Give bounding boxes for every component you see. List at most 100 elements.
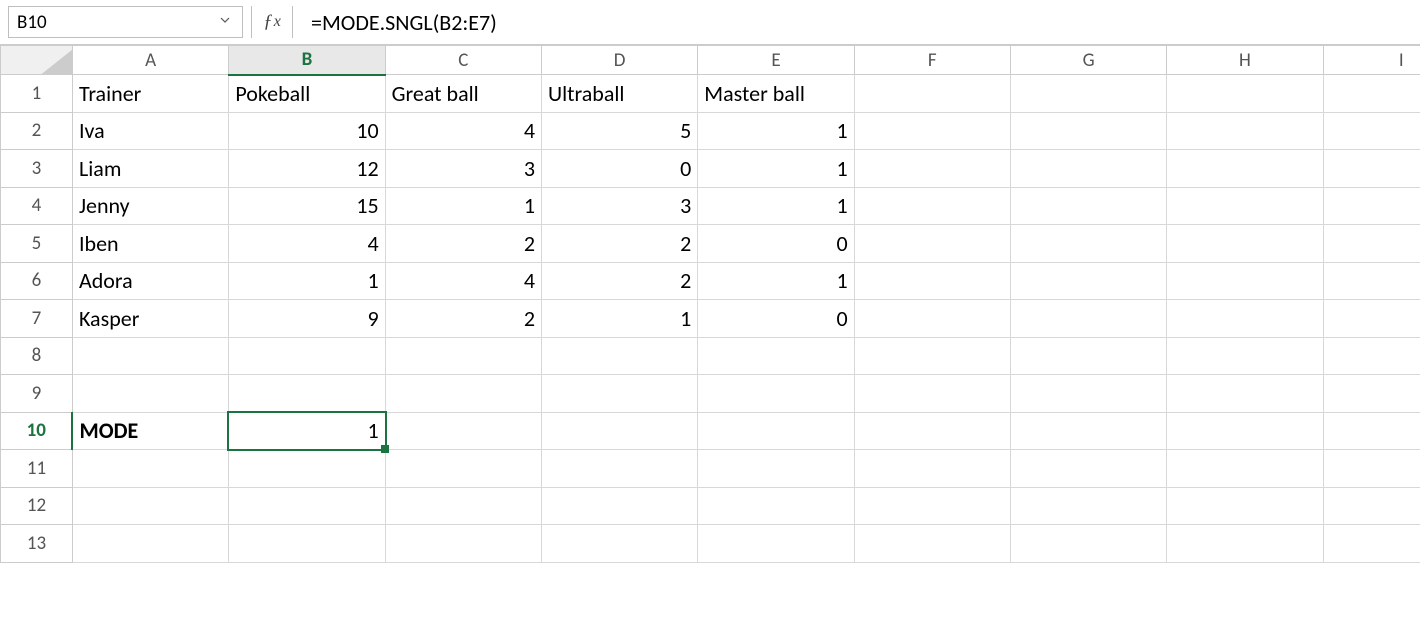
cell-B2[interactable]: 10 — [229, 112, 385, 150]
row-header-7[interactable]: 7 — [1, 300, 73, 338]
cell-D4[interactable]: 3 — [541, 187, 697, 225]
cell-C5[interactable]: 2 — [385, 225, 541, 263]
cell-A1[interactable]: Trainer — [72, 75, 228, 113]
row-header-4[interactable]: 4 — [1, 187, 73, 225]
col-header-C[interactable]: C — [385, 46, 541, 75]
cell-H4[interactable] — [1167, 187, 1323, 225]
row-header-10[interactable]: 10 — [1, 412, 73, 450]
spreadsheet-grid[interactable]: ABCDEFGHI 1TrainerPokeballGreat ballUltr… — [0, 45, 1420, 563]
row-header-9[interactable]: 9 — [1, 375, 73, 413]
cell-G3[interactable] — [1010, 150, 1166, 188]
cell-I1[interactable] — [1323, 75, 1420, 113]
cell-G6[interactable] — [1010, 262, 1166, 300]
cell-I6[interactable] — [1323, 262, 1420, 300]
cell-G1[interactable] — [1010, 75, 1166, 113]
cell-C3[interactable]: 3 — [385, 150, 541, 188]
cell-F3[interactable] — [854, 150, 1010, 188]
cell-G7[interactable] — [1010, 300, 1166, 338]
cell-A9[interactable] — [72, 375, 228, 413]
row-header-6[interactable]: 6 — [1, 262, 73, 300]
col-header-G[interactable]: G — [1010, 46, 1166, 75]
cell-I9[interactable] — [1323, 375, 1420, 413]
cell-F6[interactable] — [854, 262, 1010, 300]
cell-I12[interactable] — [1323, 487, 1420, 525]
cell-E6[interactable]: 1 — [698, 262, 854, 300]
cell-F4[interactable] — [854, 187, 1010, 225]
cell-A7[interactable]: Kasper — [72, 300, 228, 338]
cell-I2[interactable] — [1323, 112, 1420, 150]
col-header-H[interactable]: H — [1167, 46, 1323, 75]
cell-C4[interactable]: 1 — [385, 187, 541, 225]
cell-D12[interactable] — [541, 487, 697, 525]
row-header-3[interactable]: 3 — [1, 150, 73, 188]
fx-icon[interactable]: ƒx — [251, 6, 293, 38]
row-header-2[interactable]: 2 — [1, 112, 73, 150]
cell-A8[interactable] — [72, 337, 228, 375]
cell-H8[interactable] — [1167, 337, 1323, 375]
cell-E10[interactable] — [698, 412, 854, 450]
cell-F5[interactable] — [854, 225, 1010, 263]
cell-C12[interactable] — [385, 487, 541, 525]
cell-E11[interactable] — [698, 450, 854, 488]
cell-B4[interactable]: 15 — [229, 187, 385, 225]
cell-E7[interactable]: 0 — [698, 300, 854, 338]
cell-D7[interactable]: 1 — [541, 300, 697, 338]
cell-G5[interactable] — [1010, 225, 1166, 263]
name-box[interactable]: B10 — [8, 6, 243, 38]
cell-E1[interactable]: Master ball — [698, 75, 854, 113]
cell-D6[interactable]: 2 — [541, 262, 697, 300]
formula-input[interactable]: =MODE.SNGL(B2:E7) — [301, 6, 1412, 38]
cell-E9[interactable] — [698, 375, 854, 413]
col-header-F[interactable]: F — [854, 46, 1010, 75]
cell-B6[interactable]: 1 — [229, 262, 385, 300]
cell-G12[interactable] — [1010, 487, 1166, 525]
cell-E12[interactable] — [698, 487, 854, 525]
cell-D3[interactable]: 0 — [541, 150, 697, 188]
cell-C1[interactable]: Great ball — [385, 75, 541, 113]
cell-C9[interactable] — [385, 375, 541, 413]
cell-I13[interactable] — [1323, 525, 1420, 563]
cell-G9[interactable] — [1010, 375, 1166, 413]
cell-G4[interactable] — [1010, 187, 1166, 225]
cell-C2[interactable]: 4 — [385, 112, 541, 150]
cell-I7[interactable] — [1323, 300, 1420, 338]
cell-D8[interactable] — [541, 337, 697, 375]
cell-D1[interactable]: Ultraball — [541, 75, 697, 113]
cell-H13[interactable] — [1167, 525, 1323, 563]
cell-C7[interactable]: 2 — [385, 300, 541, 338]
cell-I10[interactable] — [1323, 412, 1420, 450]
cell-A4[interactable]: Jenny — [72, 187, 228, 225]
col-header-E[interactable]: E — [698, 46, 854, 75]
cell-I3[interactable] — [1323, 150, 1420, 188]
cell-H10[interactable] — [1167, 412, 1323, 450]
cell-E3[interactable]: 1 — [698, 150, 854, 188]
cell-E13[interactable] — [698, 525, 854, 563]
cell-H5[interactable] — [1167, 225, 1323, 263]
cell-G10[interactable] — [1010, 412, 1166, 450]
cell-F10[interactable] — [854, 412, 1010, 450]
select-all-corner[interactable] — [1, 46, 73, 75]
cell-I5[interactable] — [1323, 225, 1420, 263]
row-header-1[interactable]: 1 — [1, 75, 73, 113]
cell-A13[interactable] — [72, 525, 228, 563]
cell-F9[interactable] — [854, 375, 1010, 413]
cell-I8[interactable] — [1323, 337, 1420, 375]
cell-F12[interactable] — [854, 487, 1010, 525]
cell-B13[interactable] — [229, 525, 385, 563]
row-header-8[interactable]: 8 — [1, 337, 73, 375]
cell-B7[interactable]: 9 — [229, 300, 385, 338]
cell-B8[interactable] — [229, 337, 385, 375]
cell-G2[interactable] — [1010, 112, 1166, 150]
col-header-I[interactable]: I — [1323, 46, 1420, 75]
cell-H11[interactable] — [1167, 450, 1323, 488]
cell-B9[interactable] — [229, 375, 385, 413]
row-header-5[interactable]: 5 — [1, 225, 73, 263]
cell-F7[interactable] — [854, 300, 1010, 338]
cell-H3[interactable] — [1167, 150, 1323, 188]
cell-H9[interactable] — [1167, 375, 1323, 413]
cell-F2[interactable] — [854, 112, 1010, 150]
cell-E2[interactable]: 1 — [698, 112, 854, 150]
cell-B11[interactable] — [229, 450, 385, 488]
cell-D10[interactable] — [541, 412, 697, 450]
cell-A6[interactable]: Adora — [72, 262, 228, 300]
